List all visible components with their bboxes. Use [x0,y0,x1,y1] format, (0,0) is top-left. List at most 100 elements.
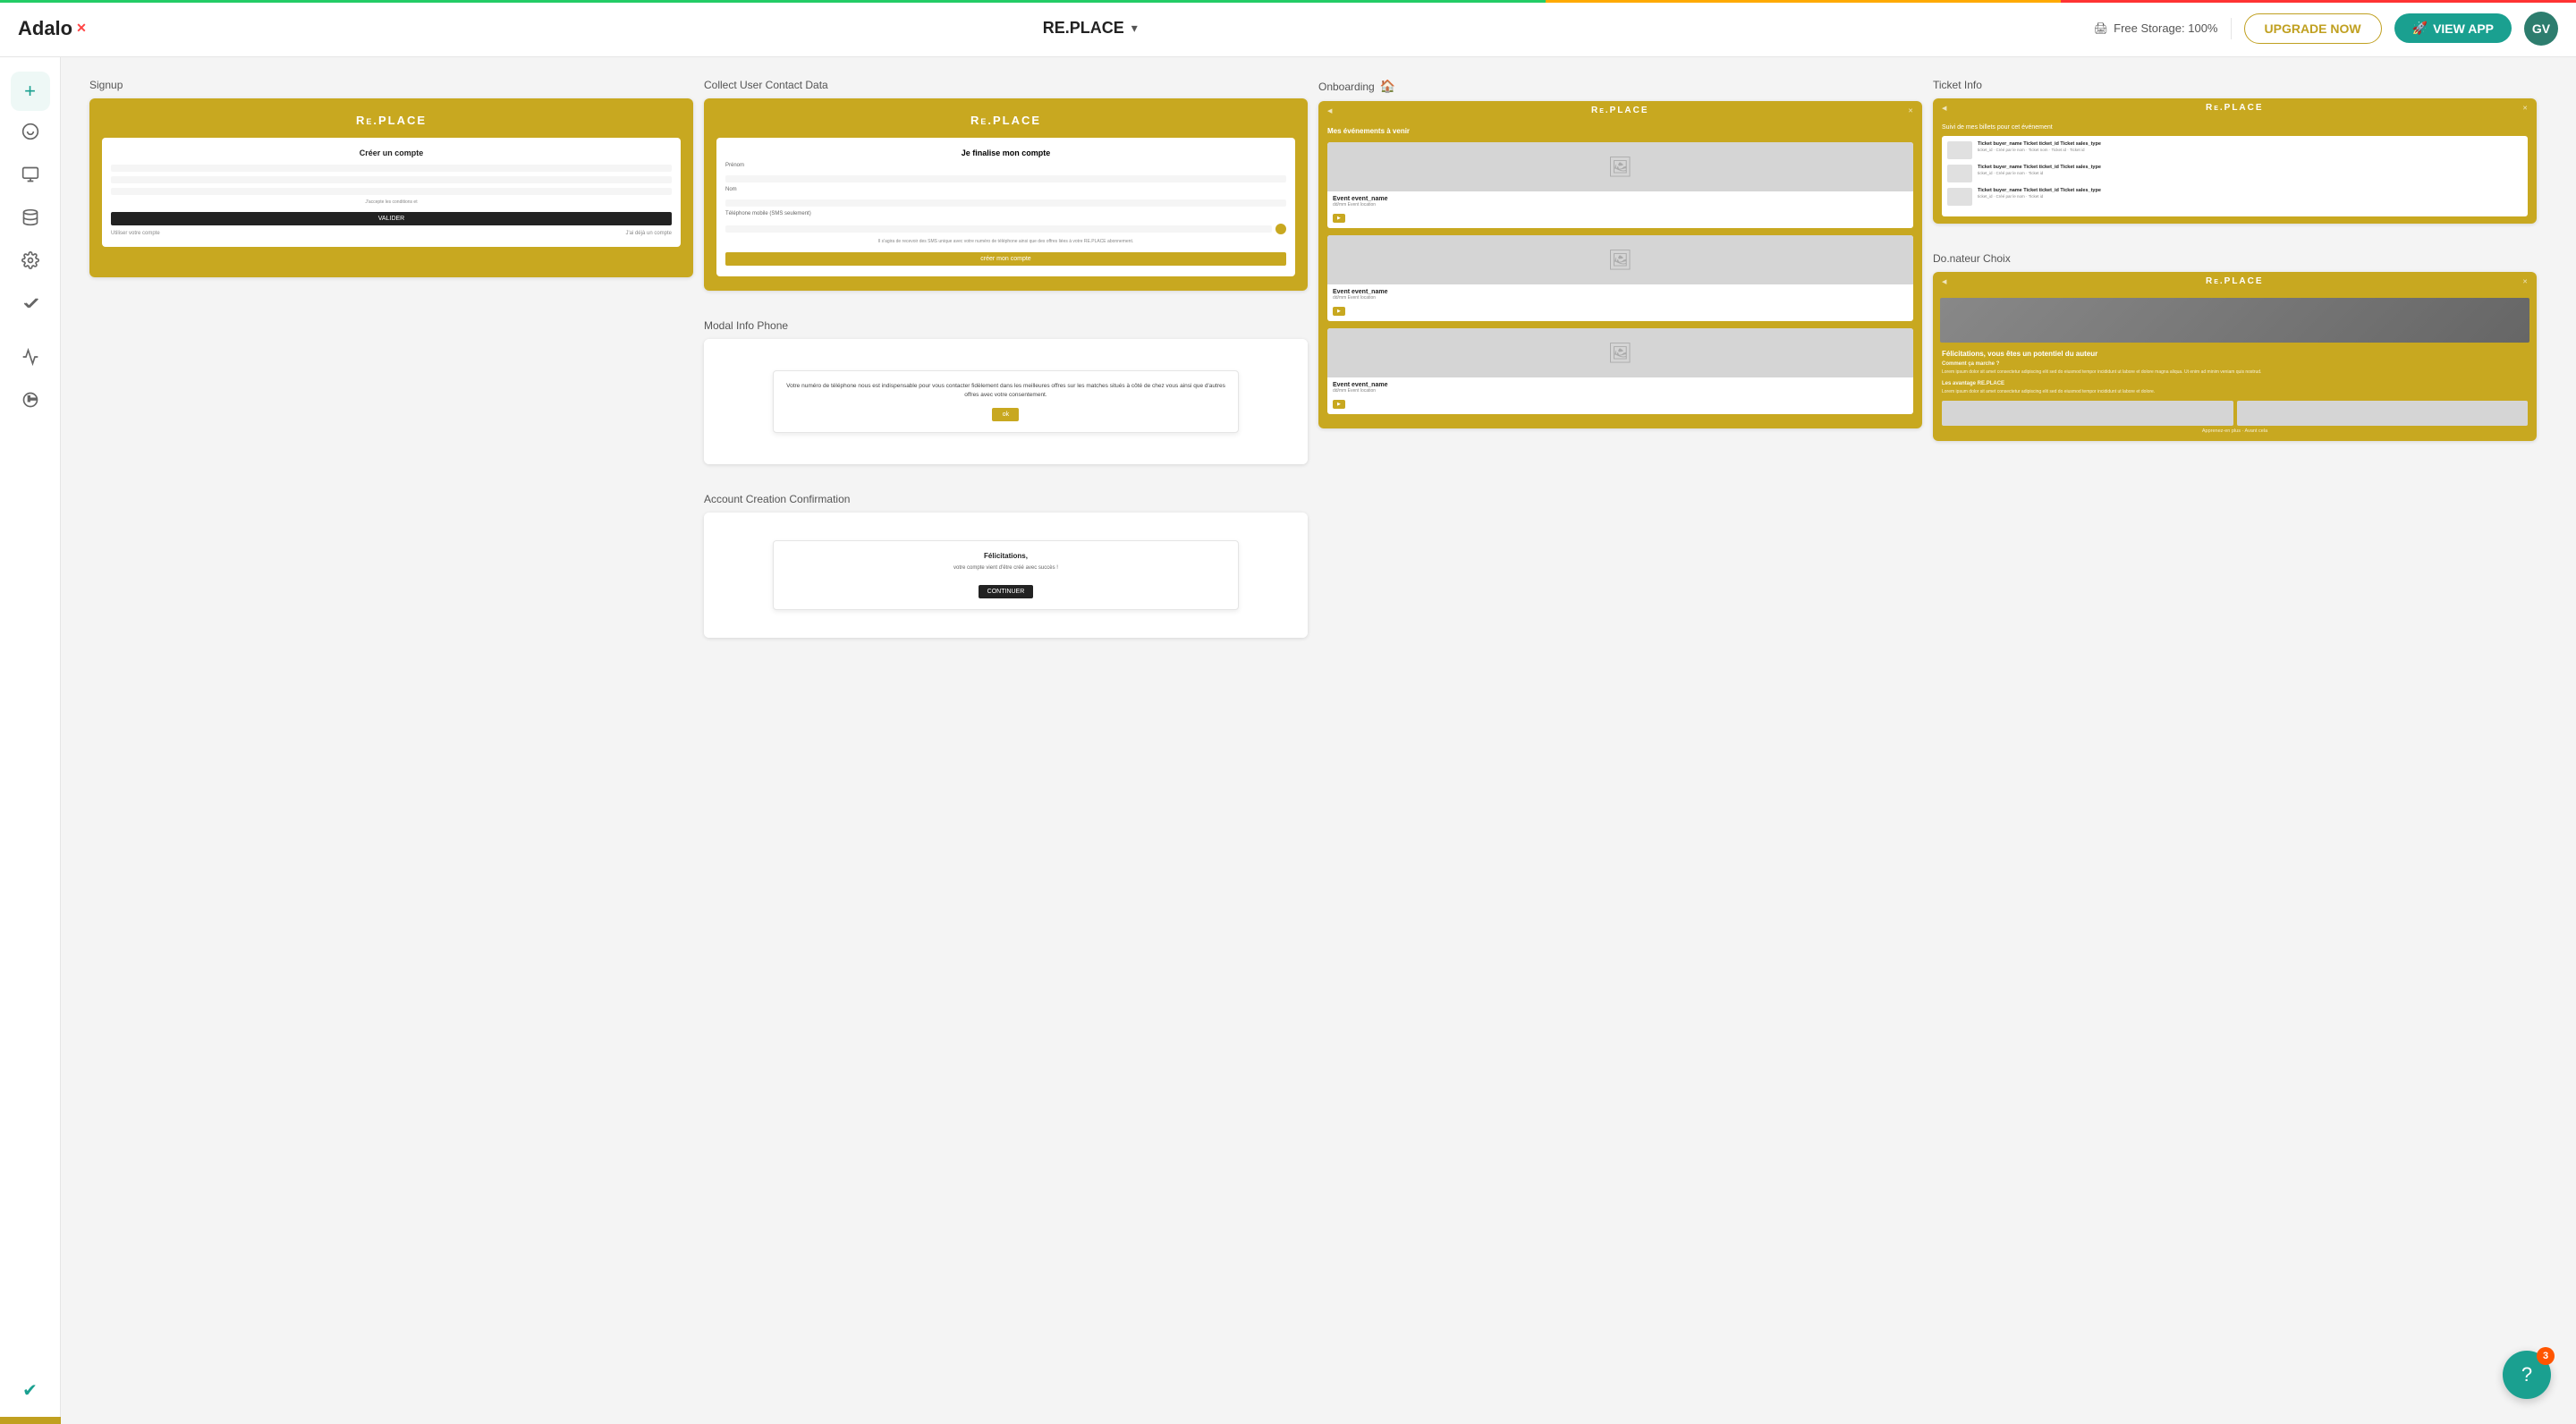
confirm-card: Félicitations, votre compte vient d'être… [773,540,1239,609]
sidebar-bottom-bar [0,1417,61,1424]
onboard-text-3: Event event_name dd/mm Event location ▶ [1327,377,1913,414]
view-app-button[interactable]: 🚀 VIEW APP [2394,13,2512,43]
sidebar-item-screens[interactable] [11,157,50,197]
ticket-item-1[interactable]: Ticket buyer_name Ticket ticket_id Ticke… [1947,141,2522,159]
home-icon: 🏠 [1380,79,1395,94]
image-placeholder-icon-3: 🖼 [1608,342,1633,365]
signup-field-2 [111,176,672,183]
top-progress-bar [0,0,2576,3]
sidebar-item-publish[interactable] [11,286,50,326]
signup-field-3 [111,188,672,195]
ticket-name-3: Ticket buyer_name Ticket ticket_id Ticke… [1978,188,2522,193]
storage-icon: 🖨 [2094,21,2109,36]
ticket-body: Suivi de mes billets pour cet événement … [1933,117,2537,224]
avatar[interactable]: GV [2524,12,2558,46]
screen-label-onboarding: Onboarding 🏠 [1318,79,1922,94]
confirm-text: votre compte vient d'être créé avec succ… [786,564,1225,572]
navbar: Adalo ✕ RE.PLACE ▾ 🖨 Free Storage: 100% … [0,0,2576,57]
support-icon: ? [2521,1363,2532,1386]
analytics-icon [21,348,39,371]
onboard-item-3[interactable]: 🖼 Event event_name dd/mm Event location … [1327,328,1913,414]
onboard-item-1[interactable]: 🖼 Event event_name dd/mm Event location … [1327,142,1913,228]
modal-ok-btn[interactable]: ok [992,408,1019,421]
upgrade-button[interactable]: UPGRADE NOW [2244,13,2382,44]
onboard-img-2: 🖼 [1327,235,1913,284]
confirm-body: Félicitations, votre compte vient d'être… [704,513,1308,638]
collect-field-lastname [725,199,1286,207]
ticket-item-2[interactable]: Ticket buyer_name Ticket ticket_id Ticke… [1947,165,2522,182]
sidebar-item-analytics[interactable] [11,340,50,379]
sidebar-item-theme[interactable] [11,114,50,154]
confirm-continue-btn[interactable]: CONTINUER [979,585,1034,598]
screen-col-4: Ticket Info ◀ RE.PLACE ✕ Suivi de mes bi… [1933,79,2547,666]
screen-preview-modal[interactable]: Votre numéro de téléphone nous est indis… [704,339,1308,464]
sidebar-item-database[interactable] [11,200,50,240]
screen-label-modal: Modal Info Phone [704,319,1308,332]
donateur-thumb-1 [1942,401,2233,426]
onboard-img-3: 🖼 [1327,328,1913,377]
ticket-text-2: Ticket buyer_name Ticket ticket_id Ticke… [1978,165,2522,175]
donateur-link-text: Apprenez-en plus · Avant cela [1942,428,2528,434]
adalo-logo: Adalo ✕ [18,17,87,40]
donateur-main-title: Félicitations, vous êtes un potentiel du… [1942,350,2528,358]
rocket-icon: 🚀 [2412,21,2428,36]
ticket-text-1: Ticket buyer_name Ticket ticket_id Ticke… [1978,141,2522,152]
donateur-image [1940,298,2529,343]
signup-title: Créer un compte [111,148,672,157]
screen-preview-collect[interactable]: RE.PLACE Je finalise mon compte Prénom N… [704,98,1308,291]
screen-block-collect: Collect User Contact Data RE.PLACE Je fi… [704,79,1318,319]
ticket-item-3[interactable]: Ticket buyer_name Ticket ticket_id Ticke… [1947,188,2522,206]
check-double-icon [21,294,39,318]
screen-preview-donateur[interactable]: ◀ RE.PLACE ✕ Félicitations, vous êtes un… [1933,272,2537,441]
collect-submit-btn[interactable]: créer mon compte [725,252,1286,266]
screen-label-signup: Signup [89,79,693,91]
screen-preview-confirm[interactable]: Félicitations, votre compte vient d'être… [704,513,1308,638]
add-icon: + [24,80,36,103]
event-sub-2: dd/mm Event location [1333,295,1908,301]
sidebar-item-history[interactable] [11,383,50,422]
collect-body: RE.PLACE Je finalise mon compte Prénom N… [704,98,1308,291]
gear-icon [21,251,39,275]
signup-card: Créer un compte J'accepte les conditions… [102,138,681,247]
signup-btn[interactable]: VALIDER [111,212,672,225]
screen-block-onboarding: Onboarding 🏠 ◀ RE.PLACE ✕ Mes événements… [1318,79,1933,457]
screen-preview-ticket[interactable]: ◀ RE.PLACE ✕ Suivi de mes billets pour c… [1933,98,2537,224]
signup-field-1 [111,165,672,172]
donateur-how-subtitle: Comment ça marche ? [1942,361,2528,367]
event-sub-3: dd/mm Event location [1333,388,1908,394]
donateur-body: Félicitations, vous êtes un potentiel du… [1933,291,2537,441]
screen-block-ticket: Ticket Info ◀ RE.PLACE ✕ Suivi de mes bi… [1933,79,2547,252]
onboard-img-1: 🖼 [1327,142,1913,191]
event-sub-1: dd/mm Event location [1333,202,1908,208]
support-chat-bubble[interactable]: ? 3 [2503,1351,2551,1399]
sidebar-item-settings[interactable] [11,243,50,283]
screen-block-signup: Signup RE.PLACE Créer un compte [89,79,704,306]
event-tag-2: ▶ [1333,307,1345,316]
ticket-section-title: Suivi de mes billets pour cet événement [1942,124,2528,131]
chevron-down-icon[interactable]: ▾ [1131,21,1138,36]
collect-subtitle: Prénom [725,163,1286,168]
sidebar-item-add[interactable]: + [11,72,50,111]
navbar-center: RE.PLACE ▾ [1043,19,1138,38]
event-name-3: Event event_name [1333,382,1908,388]
sidebar-item-check[interactable]: ✔ [11,1370,50,1410]
onboard-text-1: Event event_name dd/mm Event location ▶ [1327,191,1913,228]
onboard-item-2[interactable]: 🖼 Event event_name dd/mm Event location … [1327,235,1913,321]
signup-link-2: J'ai déjà un compte [625,231,672,236]
onboarding-body: Mes événements à venir 🖼 Event event_nam… [1318,120,1922,428]
checkmark-icon: ✔ [22,1379,38,1402]
collect-subtitle-nom: Nom [725,187,1286,192]
screen-label-donateur: Do.nateur Choix [1933,252,2537,265]
navbar-left: Adalo ✕ [18,17,87,40]
donateur-para-1: Lorem ipsum dolor sit amet consectetur a… [1942,369,2528,376]
app-name: RE.PLACE [1043,19,1124,38]
screen-preview-signup[interactable]: RE.PLACE Créer un compte J'accepte les c… [89,98,693,277]
adalo-logo-text: Adalo [18,17,72,40]
modal-text: Votre numéro de téléphone nous est indis… [786,382,1225,400]
screen-col-2: Collect User Contact Data RE.PLACE Je fi… [704,79,1318,666]
ticket-text-3: Ticket buyer_name Ticket ticket_id Ticke… [1978,188,2522,199]
signup-body: RE.PLACE Créer un compte J'accepte les c… [89,98,693,277]
screen-preview-onboarding[interactable]: ◀ RE.PLACE ✕ Mes événements à venir 🖼 [1318,101,1922,428]
event-tag-3: ▶ [1333,400,1345,409]
ticket-list: Ticket buyer_name Ticket ticket_id Ticke… [1942,136,2528,216]
